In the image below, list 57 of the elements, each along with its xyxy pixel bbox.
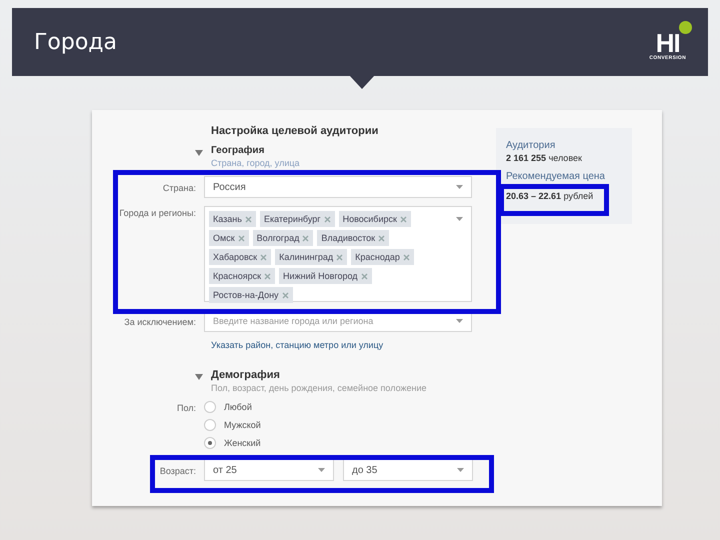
price-range: 20.63 – 22.61 xyxy=(506,191,562,201)
slide-title: Города xyxy=(34,30,117,54)
tag-label: Казань xyxy=(213,214,242,224)
audience-unit: человек xyxy=(548,153,582,163)
section-subtitle: Пол, возраст, день рождения, семейное положение xyxy=(211,383,427,393)
tag-label: Краснодар xyxy=(355,252,400,262)
price-title: Рекомендуемая цена xyxy=(506,171,606,182)
field-label: За исключением: xyxy=(123,316,197,327)
tag-label: Нижний Новгород xyxy=(283,271,358,281)
caret-icon xyxy=(457,468,464,472)
remove-icon[interactable] xyxy=(336,254,344,260)
logo-mark: HI xyxy=(656,31,680,55)
tag-label: Новосибирск xyxy=(342,214,397,224)
street-link[interactable]: Указать район, станцию метро или улицу xyxy=(211,340,384,350)
remove-icon[interactable] xyxy=(244,216,252,222)
cities-field[interactable]: Казань Екатеринбург Новосибирск Омск Волгоград Владивосток Хабаровск Калининград Краснодар Красноярск Нижний Новгород Ростов-на-Дону xyxy=(204,206,472,302)
tag-label: Владивосток xyxy=(321,233,376,243)
tag-label: Волгоград xyxy=(256,233,300,243)
tag-label: Красноярск xyxy=(213,271,262,281)
remove-icon[interactable] xyxy=(302,234,310,242)
gender-radio[interactable]: Женский xyxy=(204,437,261,449)
gender-radio[interactable]: Мужской xyxy=(204,419,261,431)
remove-icon[interactable] xyxy=(400,216,407,222)
age-from-dropdown[interactable]: от 25 xyxy=(204,459,334,481)
tag-label: Ростов-на-Дону xyxy=(213,290,279,300)
remove-icon[interactable] xyxy=(282,292,289,298)
exclude-input[interactable]: Введите название города или региона xyxy=(213,312,449,330)
tag-label: Омск xyxy=(213,233,235,243)
audience-count: 2 161 255 xyxy=(506,153,546,163)
age-to-dropdown[interactable]: до 35 xyxy=(343,459,473,481)
country-dropdown[interactable]: Россия xyxy=(204,176,472,198)
gender-radio[interactable]: Любой xyxy=(204,401,261,413)
remove-icon[interactable] xyxy=(378,234,386,242)
price-unit: рублей xyxy=(564,191,594,201)
form-title: Настройка целевой аудитории xyxy=(211,125,380,137)
field-label: Возраст: xyxy=(160,466,196,476)
tag-label: Хабаровск xyxy=(213,252,258,262)
remove-icon[interactable] xyxy=(360,272,368,280)
remove-icon[interactable] xyxy=(238,234,245,242)
field-label: Страна: xyxy=(162,182,197,193)
remove-icon[interactable] xyxy=(264,272,272,280)
remove-icon[interactable] xyxy=(260,254,268,260)
caret-icon xyxy=(456,217,463,221)
caret-icon xyxy=(456,319,463,323)
remove-icon[interactable] xyxy=(402,254,410,260)
tag-label: Калининград xyxy=(279,252,334,262)
section-title: География xyxy=(211,145,266,156)
section-subtitle: Страна, город, улица xyxy=(211,158,300,168)
dot-icon xyxy=(679,21,692,34)
audience-title: Аудитория xyxy=(506,140,556,151)
field-label: Пол: xyxy=(176,402,197,413)
tag-label: Екатеринбург xyxy=(264,214,321,224)
field-label: Города и регионы: xyxy=(118,207,197,218)
remove-icon[interactable] xyxy=(324,216,331,222)
caret-icon xyxy=(456,185,463,189)
caret-icon xyxy=(318,468,325,472)
section-title: Демография xyxy=(211,369,281,381)
